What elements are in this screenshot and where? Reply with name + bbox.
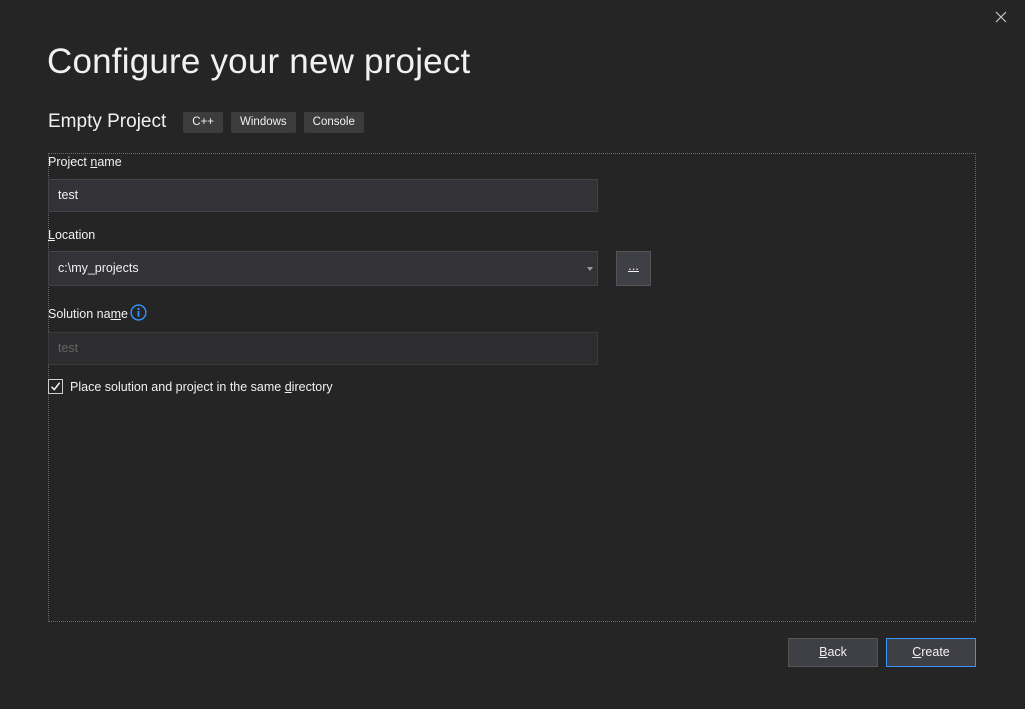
same-directory-checkbox[interactable] bbox=[48, 379, 63, 394]
tag-language: C++ bbox=[183, 111, 224, 133]
template-name: Empty Project bbox=[48, 111, 167, 132]
same-directory-label: Place solution and project in the same d… bbox=[70, 379, 333, 394]
template-header: Empty Project C++ Windows Console bbox=[48, 110, 372, 134]
same-directory-option[interactable]: Place solution and project in the same d… bbox=[48, 379, 333, 394]
tag-platform: Windows bbox=[231, 111, 296, 133]
location-combobox[interactable]: c:\my_projects bbox=[48, 251, 598, 286]
page-title: Configure your new project bbox=[47, 42, 471, 81]
close-icon bbox=[995, 11, 1007, 23]
tag-project-type: Console bbox=[303, 111, 364, 133]
location-value: c:\my_projects bbox=[58, 261, 139, 275]
checkmark-icon bbox=[50, 382, 61, 391]
location-label: Location bbox=[48, 228, 96, 242]
solution-name-label: Solution name bbox=[48, 307, 128, 321]
chevron-down-icon[interactable] bbox=[587, 267, 593, 271]
browse-button[interactable]: ... bbox=[616, 251, 651, 286]
back-button[interactable]: Back bbox=[788, 638, 878, 667]
project-name-label: Project name bbox=[48, 155, 122, 169]
info-icon[interactable] bbox=[130, 304, 147, 321]
project-name-input[interactable]: test bbox=[48, 179, 598, 212]
create-button[interactable]: Create bbox=[886, 638, 976, 667]
solution-name-input[interactable]: test bbox=[48, 332, 598, 365]
close-button[interactable] bbox=[990, 6, 1012, 28]
